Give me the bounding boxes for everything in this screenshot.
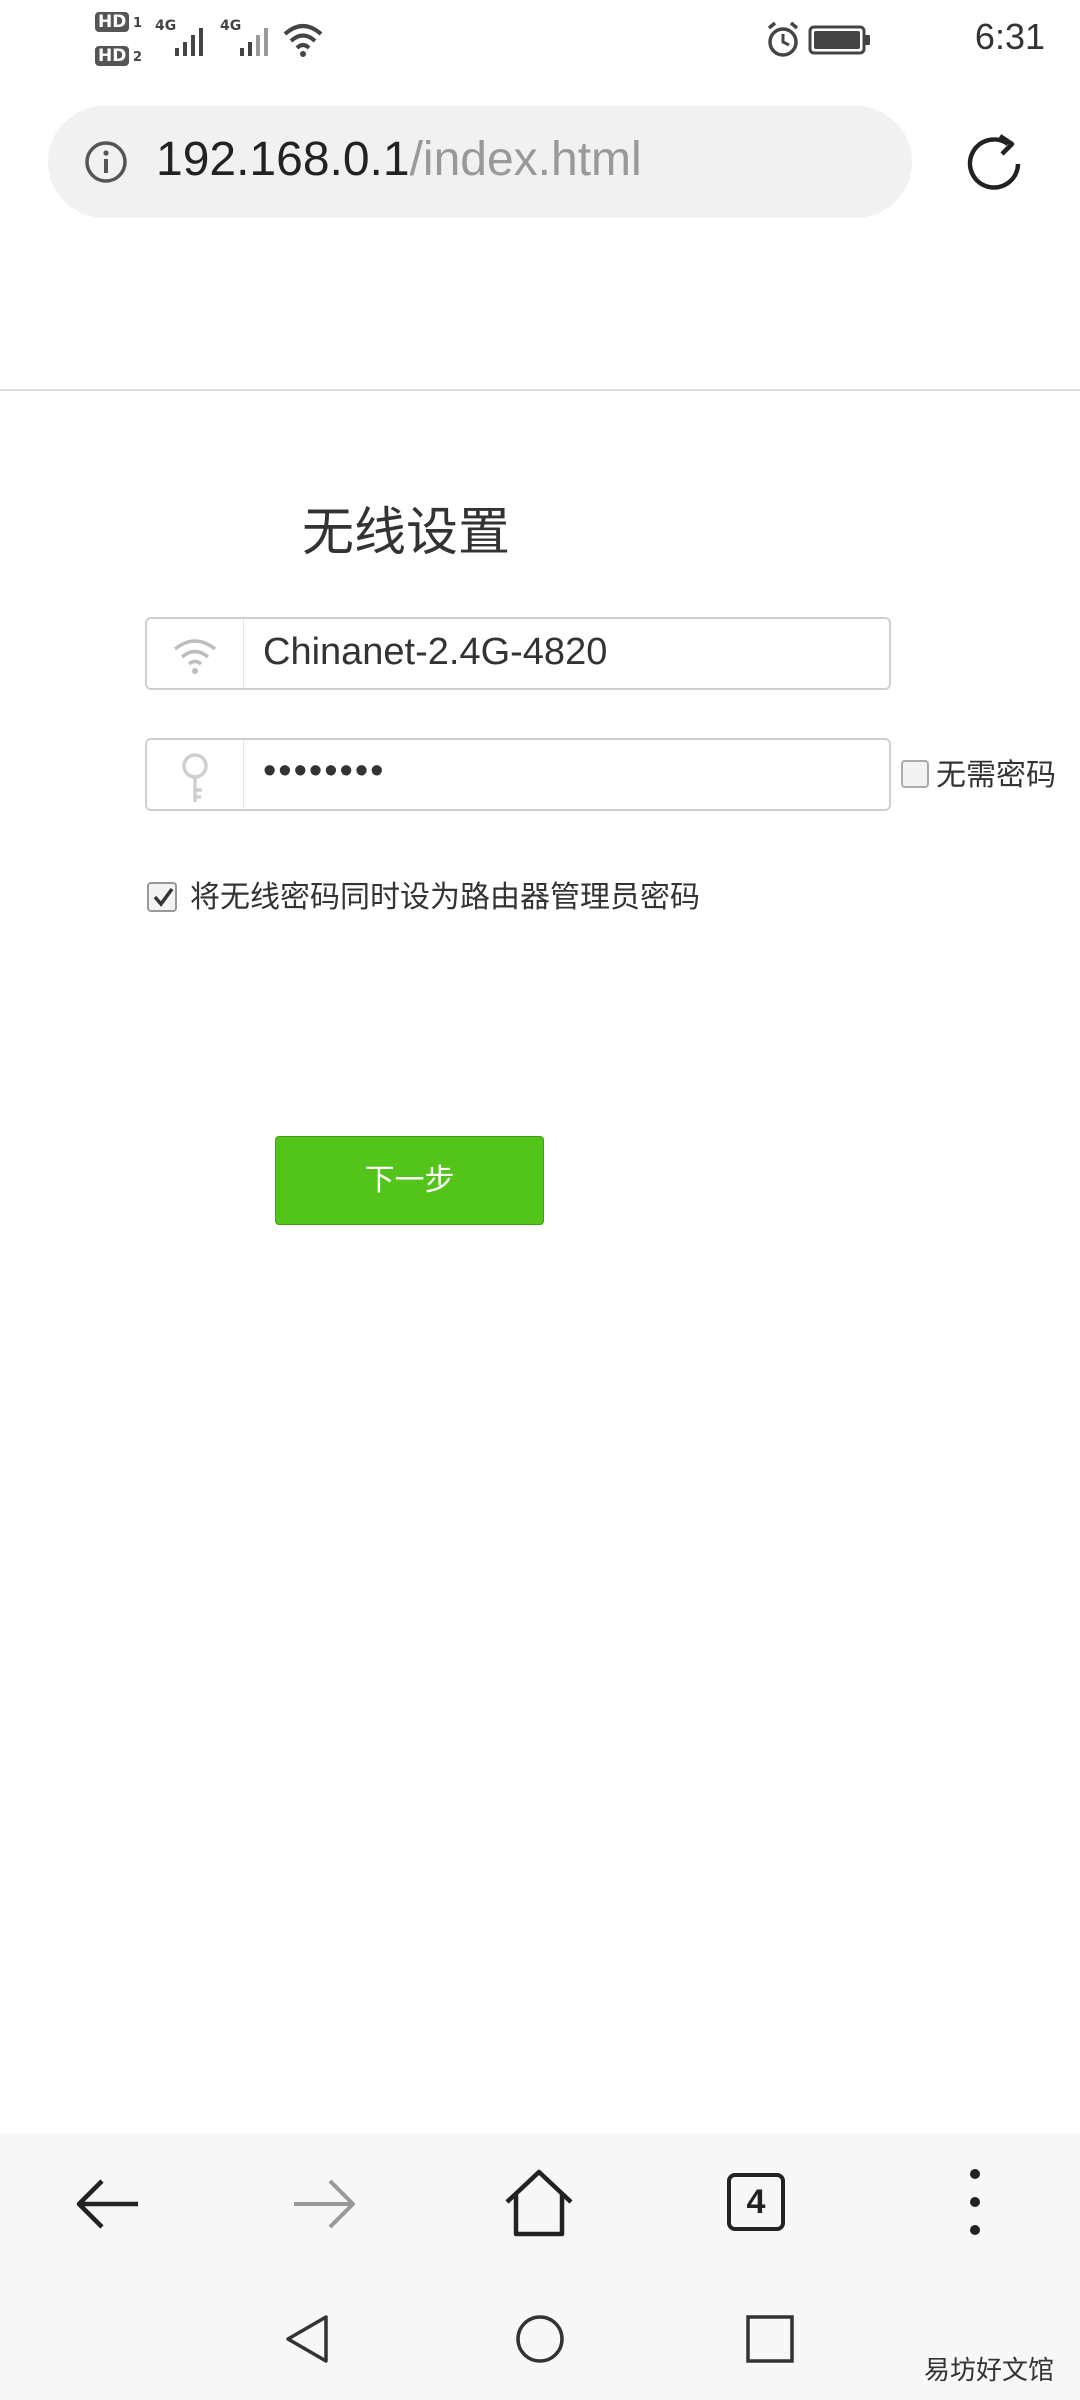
- next-step-button[interactable]: 下一步: [275, 1136, 544, 1225]
- wifi-icon: [283, 24, 323, 57]
- password-icon-cell: [147, 740, 244, 809]
- nav-recents-icon[interactable]: [742, 2311, 798, 2367]
- url-text[interactable]: 192.168.0.1/index.html: [156, 132, 642, 187]
- tabs-icon[interactable]: 4: [727, 2173, 785, 2231]
- url-host: 192.168.0.1: [156, 133, 410, 186]
- password-input[interactable]: ••••••••: [145, 738, 891, 811]
- sync-admin-password-checkbox[interactable]: [147, 882, 177, 912]
- ssid-input[interactable]: Chinanet-2.4G-4820: [145, 617, 891, 690]
- clock: 6:31: [974, 16, 1045, 57]
- nav-home-icon[interactable]: [512, 2311, 568, 2367]
- url-path: /index.html: [409, 133, 642, 186]
- reload-icon[interactable]: [958, 126, 1034, 202]
- no-password-label[interactable]: 无需密码: [936, 750, 1056, 794]
- key-icon: [182, 753, 208, 802]
- forward-arrow-icon[interactable]: [288, 2168, 360, 2240]
- browser-toolbar: [0, 2133, 1080, 2275]
- home-icon[interactable]: [503, 2168, 575, 2240]
- divider: [0, 389, 1080, 391]
- checkmark-icon: [153, 887, 174, 907]
- watermark: 易坊好文馆: [923, 2356, 1054, 2386]
- ssid-value: Chinanet-2.4G-4820: [263, 631, 608, 673]
- back-arrow-icon[interactable]: [72, 2168, 144, 2240]
- hd2-badge: HD: [95, 46, 130, 66]
- ssid-icon-cell: [147, 619, 244, 688]
- more-menu-icon[interactable]: [960, 2166, 990, 2238]
- no-password-checkbox[interactable]: [901, 760, 929, 788]
- address-bar[interactable]: 192.168.0.1/index.html: [48, 106, 912, 218]
- password-value: ••••••••: [263, 750, 386, 792]
- page-title: 无线设置: [302, 503, 511, 563]
- status-bar: HD 1 HD 2 4G 4G 6:31: [0, 0, 1080, 80]
- nav-back-icon[interactable]: [280, 2311, 336, 2367]
- status-right-group: 6:31: [767, 10, 1045, 70]
- signal-icon: [240, 28, 268, 56]
- sync-admin-password-label[interactable]: 将无线密码同时设为路由器管理员密码: [190, 872, 700, 916]
- signal-icon: [175, 28, 203, 56]
- hd2-sub: 2: [133, 50, 143, 65]
- hd1-sub: 1: [133, 16, 143, 31]
- alarm-icon: [767, 21, 799, 57]
- info-icon[interactable]: [84, 140, 128, 184]
- hd1-badge: HD: [95, 12, 130, 32]
- wifi-icon: [173, 639, 217, 674]
- system-navigation-bar: [0, 2275, 1080, 2400]
- battery-icon: [808, 25, 870, 55]
